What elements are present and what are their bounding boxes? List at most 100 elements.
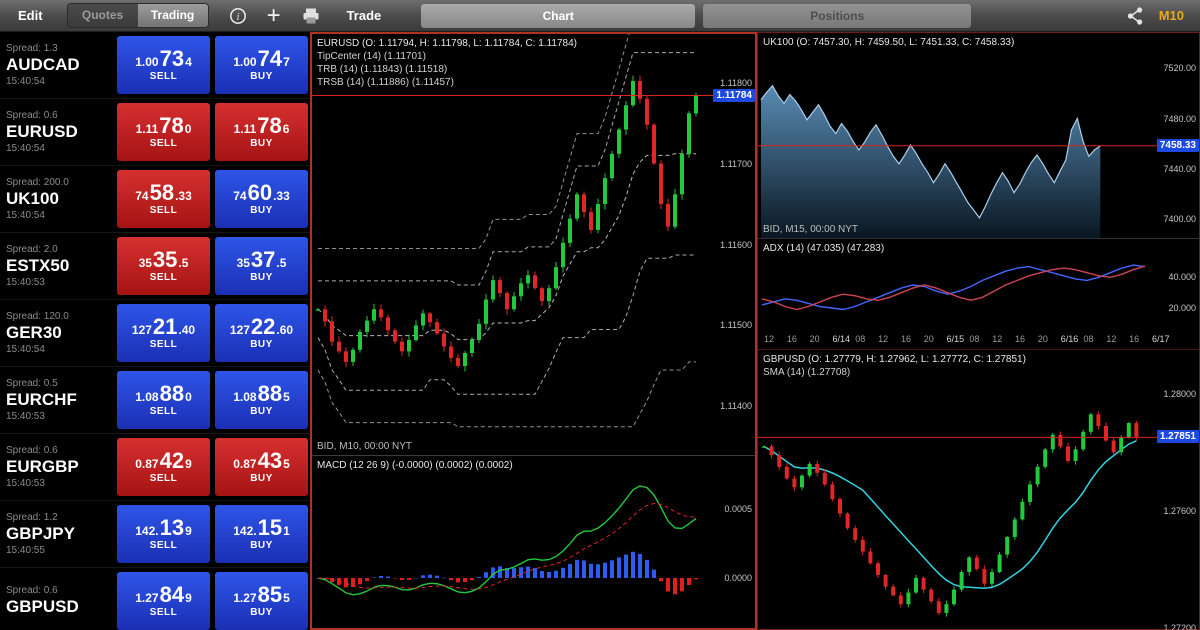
axis-label: 7520.00 (1163, 63, 1196, 74)
sell-button[interactable]: 1.27 84 9 SELL (117, 572, 210, 630)
price: 142. 13 9 (135, 517, 192, 539)
buy-button[interactable]: 1.00 74 7 BUY (215, 36, 308, 94)
price-prefix: 1.27 (135, 591, 159, 605)
buy-button[interactable]: 142. 15 1 BUY (215, 505, 308, 563)
info-icon[interactable]: i (229, 7, 247, 25)
quote-row[interactable]: Spread: 1.3 AUDCAD 15:40:54 1.00 73 4 SELL 1.00… (0, 32, 310, 99)
sell-button[interactable]: 1.08 88 0 SELL (117, 371, 210, 429)
price-fraction: 9 (185, 591, 192, 605)
quote-info: Spread: 1.2 GBPJPY 15:40:55 (0, 512, 112, 556)
quote-row[interactable]: Spread: 2.0 ESTX50 15:40:53 35 35.5 SELL 35 37.… (0, 233, 310, 300)
buy-label: BUY (250, 138, 273, 149)
sell-button[interactable]: 1.11 78 0 SELL (117, 103, 210, 161)
price-pips: 58 (149, 180, 175, 205)
price: 1.27 84 9 (135, 584, 192, 606)
instrument-symbol: EURUSD (6, 122, 78, 141)
chart-adx[interactable]: ADX (14) (47.035) (47.283) 40.000 20.000 (758, 238, 1199, 332)
price-prefix: 1.00 (233, 55, 257, 69)
price-prefix: 142. (233, 524, 257, 538)
sell-button[interactable]: 0.87 42 9 SELL (117, 438, 210, 496)
buy-label: BUY (250, 540, 273, 551)
sell-button[interactable]: 127 21.40 SELL (117, 304, 210, 362)
buy-button[interactable]: 35 37.5 BUY (215, 237, 308, 295)
price-prefix: 127 (229, 323, 250, 337)
chart-eurusd[interactable]: EURUSD (O: 1.11794, H: 1.11798, L: 1.117… (312, 34, 755, 455)
buy-button[interactable]: 1.11 78 6 BUY (215, 103, 308, 161)
price-pips: 35 (152, 247, 178, 272)
plus-icon[interactable]: + (267, 3, 281, 27)
print-icon[interactable] (301, 7, 321, 25)
timeframe-button[interactable]: M10 (1159, 8, 1184, 23)
time-axis-label: 08 (855, 334, 866, 344)
time-axis: 12 16 20 6/14 08 12 16 20 6/15 08 12 16 20 6/16 08 12 16… (758, 331, 1199, 349)
price-prefix: 127 (131, 323, 152, 337)
time-axis-label: 12 (764, 334, 775, 344)
price-prefix: 1.08 (135, 390, 159, 404)
chart-gbpusd[interactable]: GBPUSD (O: 1.27779, H: 1.27962, L: 1.277… (758, 349, 1199, 630)
price-pips: 78 (159, 113, 184, 138)
quote-row[interactable]: Spread: 0.6 EURUSD 15:40:54 1.11 78 0 SELL 1.11… (0, 99, 310, 166)
quote-row[interactable]: Spread: 120.0 GER30 15:40:54 127 21.40 SELL 12… (0, 300, 310, 367)
price-pips: 88 (159, 381, 185, 406)
quotes-toggle-button[interactable]: Quotes (67, 4, 138, 27)
price: 1.11 78 0 (136, 115, 192, 137)
quote-time: 15:40:53 (6, 411, 45, 422)
spread-label: Spread: 0.6 (6, 110, 58, 121)
spread-label: Spread: 2.0 (6, 244, 58, 255)
sell-label: SELL (149, 205, 178, 216)
tab-positions[interactable]: Positions (703, 3, 972, 28)
quote-row[interactable]: Spread: 0.5 EURCHF 15:40:53 1.08 88 0 SELL 1.08… (0, 367, 310, 434)
time-axis-label: 6/14 (832, 334, 850, 344)
price: 35 35.5 (139, 249, 189, 271)
price-prefix: 142. (135, 524, 159, 538)
buy-button[interactable]: 127 22.60 BUY (215, 304, 308, 362)
instrument-symbol: UK100 (6, 189, 59, 208)
current-price-badge: 1.11784 (713, 88, 755, 102)
svg-text:i: i (236, 12, 239, 23)
spread-label: Spread: 0.6 (6, 584, 58, 596)
buy-label: BUY (250, 272, 273, 283)
price: 74 58.33 (135, 182, 192, 204)
price-pips: 78 (257, 113, 282, 138)
edit-button[interactable]: Edit (18, 8, 43, 23)
quote-info: Spread: 0.5 EURCHF 15:40:53 (0, 378, 112, 422)
price: 35 37.5 (237, 249, 287, 271)
buy-button[interactable]: 0.87 43 5 BUY (215, 438, 308, 496)
instrument-symbol: GBPUSD (6, 596, 79, 616)
sell-button[interactable]: 35 35.5 SELL (117, 237, 210, 295)
sell-button[interactable]: 1.00 73 4 SELL (117, 36, 210, 94)
price: 1.27 85 5 (233, 584, 290, 606)
price-pips: 15 (257, 515, 283, 540)
quote-time: 15:40:54 (6, 210, 45, 221)
spread-label: Spread: 120.0 (6, 311, 69, 322)
buy-button[interactable]: 74 60.33 BUY (215, 170, 308, 228)
trading-toggle-button[interactable]: Trading (137, 4, 208, 27)
trade-button[interactable]: Trade (347, 8, 382, 23)
tab-chart[interactable]: Chart (421, 3, 696, 28)
price: 1.11 78 6 (234, 115, 290, 137)
axis-label: 1.11400 (720, 401, 752, 412)
quote-info: Spread: 200.0 UK100 15:40:54 (0, 177, 112, 221)
quote-row[interactable]: Spread: 200.0 UK100 15:40:54 74 58.33 SELL 74 6… (0, 166, 310, 233)
price-pips: 42 (159, 448, 185, 473)
sell-button[interactable]: 142. 13 9 SELL (117, 505, 210, 563)
price-pips: 22 (250, 314, 276, 339)
price: 127 22.60 (230, 316, 293, 338)
quote-row[interactable]: Spread: 0.6 EURGBP 15:40:53 0.87 42 9 SELL 0.87… (0, 434, 310, 501)
price-pips: 13 (159, 515, 185, 540)
price: 0.87 43 5 (233, 450, 290, 472)
chart-macd[interactable]: MACD (12 26 9) (-0.0000) (0.0002) (0.000… (312, 455, 755, 629)
axis-label: 1.27200 (1163, 622, 1196, 630)
buy-button[interactable]: 1.27 85 5 BUY (215, 572, 308, 630)
sell-button[interactable]: 74 58.33 SELL (117, 170, 210, 228)
quote-time: 15:40:54 (6, 344, 45, 355)
instrument-symbol: EURCHF (6, 390, 77, 409)
share-icon[interactable] (1125, 6, 1145, 26)
chart-uk100[interactable]: UK100 (O: 7457.30, H: 7459.50, L: 7451.3… (758, 33, 1199, 238)
buy-button[interactable]: 1.08 88 5 BUY (215, 371, 308, 429)
price-prefix: 1.27 (233, 591, 257, 605)
quote-row[interactable]: Spread: 0.6 GBPUSD 1.27 84 9 SELL 1.27 85 5 BUY (0, 568, 310, 630)
time-axis-label: 08 (969, 334, 980, 344)
quote-row[interactable]: Spread: 1.2 GBPJPY 15:40:55 142. 13 9 SELL 142.… (0, 501, 310, 568)
time-axis-label: 20 (809, 334, 820, 344)
